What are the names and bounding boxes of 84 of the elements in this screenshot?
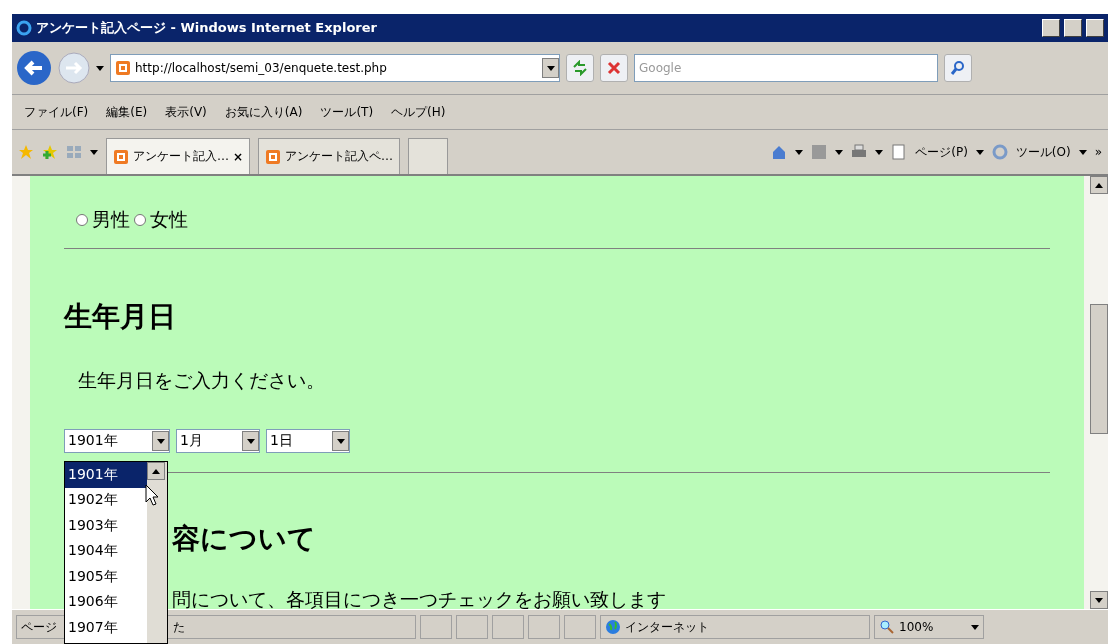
dropdown-option[interactable]: 1906年: [65, 589, 147, 615]
status-pane: [456, 615, 488, 639]
tab-close-button[interactable]: ×: [233, 149, 244, 164]
status-pane: [492, 615, 524, 639]
search-button[interactable]: [944, 54, 972, 82]
globe-icon: [605, 619, 621, 635]
section-heading: 生年月日: [64, 299, 177, 335]
caret-icon: [971, 624, 979, 630]
dropdown-option[interactable]: 1903年: [65, 513, 147, 539]
menu-item[interactable]: 表示(V): [165, 103, 207, 121]
security-zone: インターネット: [600, 615, 870, 639]
browser-logo-icon: [16, 20, 32, 36]
caret-icon: [96, 65, 104, 71]
up-arrow-icon: [152, 468, 160, 474]
section-heading: 容について: [172, 521, 317, 557]
caret-icon: [246, 438, 255, 444]
printer-icon: [851, 144, 868, 160]
radio-label: 女性: [150, 207, 188, 232]
maximize-button[interactable]: [1064, 19, 1082, 37]
menu-item[interactable]: 編集(E): [106, 103, 148, 121]
scroll-up-button[interactable]: [1090, 176, 1108, 194]
add-star-icon: [42, 144, 58, 160]
page-icon: [113, 148, 129, 165]
tools-menu[interactable]: ツール(O): [1015, 143, 1071, 161]
menu-item[interactable]: ツール(T): [320, 103, 374, 121]
caret-icon: [546, 65, 555, 71]
radio-button[interactable]: [134, 214, 146, 226]
zoom-control[interactable]: 100%: [874, 615, 984, 639]
scrollbar-thumb[interactable]: [1090, 304, 1108, 434]
caret-icon: [156, 438, 165, 444]
dropdown-option[interactable]: 1901年: [65, 462, 147, 488]
refresh-icon: [572, 60, 588, 76]
zoom-icon: [879, 619, 895, 635]
page-menu[interactable]: ページ(P): [915, 143, 968, 161]
menu-item[interactable]: ファイル(F): [24, 103, 89, 121]
browser-tab[interactable]: アンケート記入… ×: [106, 138, 251, 174]
caret-icon: [90, 149, 98, 155]
caret-icon: [835, 149, 844, 155]
menu-item[interactable]: ヘルプ(H): [391, 103, 446, 121]
date-select[interactable]: 1月: [176, 429, 260, 453]
dropdown-option[interactable]: 1904年: [65, 538, 147, 564]
caret-icon: [975, 149, 984, 155]
radio-button[interactable]: [76, 214, 88, 226]
minimize-button[interactable]: [1042, 19, 1060, 37]
close-icon: [607, 61, 621, 75]
dropdown-button[interactable]: [542, 58, 559, 78]
dropdown-option[interactable]: 1902年: [65, 487, 147, 513]
star-icon: [18, 144, 34, 160]
page-icon: [265, 148, 282, 165]
scroll-up-button[interactable]: [147, 462, 165, 480]
search-icon: [950, 60, 966, 76]
status-pane: [420, 615, 452, 639]
browser-tab[interactable]: アンケート記入ペ…: [258, 138, 401, 174]
date-select[interactable]: 1日: [266, 429, 350, 453]
up-arrow-icon: [1095, 182, 1103, 188]
caret-icon: [795, 149, 804, 155]
back-icon[interactable]: [16, 50, 52, 86]
caret-icon: [336, 438, 345, 444]
page-icon: [115, 60, 131, 76]
status-pane: [528, 615, 560, 639]
dropdown-option[interactable]: 1905年: [65, 564, 147, 590]
gear-icon: [991, 144, 1008, 160]
scroll-down-button[interactable]: [1090, 591, 1108, 609]
window-title: アンケート記入ページ - Windows Internet Explorer: [36, 19, 378, 37]
status-pane: [564, 615, 596, 639]
refresh-button[interactable]: [566, 54, 594, 82]
instruction-text: 問について、各項目につき一つチェックをお願い致します: [172, 587, 667, 609]
feed-icon: [811, 144, 828, 160]
search-field[interactable]: Google: [634, 54, 938, 82]
close-button[interactable]: [1086, 19, 1104, 37]
dropdown-option[interactable]: 1907年: [65, 615, 147, 641]
stop-button[interactable]: [600, 54, 628, 82]
instruction-text: 生年月日をご入力ください。: [78, 368, 326, 393]
caret-icon: [1078, 149, 1087, 155]
caret-icon: [875, 149, 884, 155]
mouse-cursor-icon: [145, 484, 159, 506]
more-button[interactable]: »: [1094, 145, 1102, 159]
menu-item[interactable]: お気に入り(A): [224, 103, 303, 121]
date-select[interactable]: 1901年: [64, 429, 170, 453]
home-icon: [771, 144, 788, 160]
page-icon: [891, 144, 908, 160]
address-field[interactable]: http://localhost/semi_03/enquete.test.php: [110, 54, 560, 82]
caret-icon: [1095, 597, 1103, 603]
radio-label: 男性: [92, 207, 130, 232]
